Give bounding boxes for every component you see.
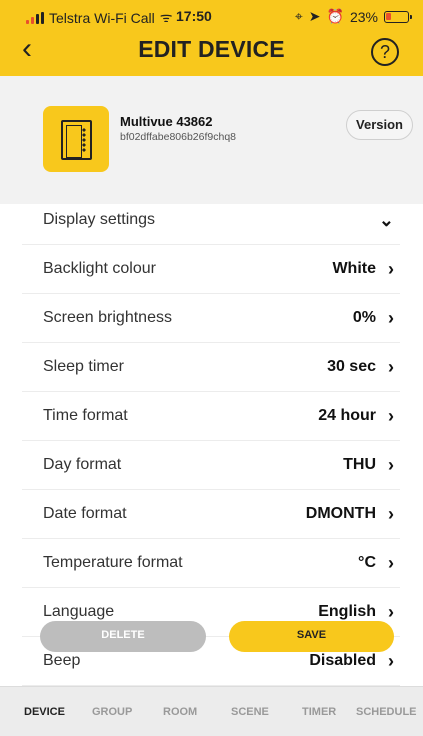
signal-icon <box>26 11 44 24</box>
setting-value: 24 hour <box>318 407 376 424</box>
tab-timer[interactable]: TIMER <box>302 706 336 718</box>
chevron-right-icon: › <box>388 455 394 475</box>
setting-value: English <box>318 603 376 620</box>
location-icon: ⌖ <box>294 8 303 24</box>
tab-group[interactable]: GROUP <box>92 706 132 718</box>
setting-value: °C <box>358 554 376 571</box>
setting-row-backlight-colour[interactable]: Backlight colour White › <box>22 245 400 294</box>
setting-value: 30 sec <box>327 358 376 375</box>
tab-device[interactable]: DEVICE <box>24 706 65 718</box>
setting-label: Display settings <box>43 211 156 228</box>
setting-label: Date format <box>43 505 127 522</box>
setting-value: DMONTH <box>305 505 376 522</box>
question-circle-icon: ? <box>379 42 390 62</box>
wifi-icon: ᯤ <box>159 9 173 25</box>
setting-label: Screen brightness <box>43 309 172 326</box>
setting-label: Day format <box>43 456 122 473</box>
chevron-right-icon: › <box>388 504 394 524</box>
setting-value: Disabled <box>309 652 376 669</box>
chevron-right-icon: › <box>388 406 394 426</box>
chevron-right-icon: › <box>388 259 394 279</box>
setting-row-display-settings[interactable]: Display settings ⌄ <box>22 196 400 245</box>
setting-label: Language <box>43 603 115 620</box>
version-button[interactable]: Version <box>346 110 413 140</box>
setting-row-sleep-timer[interactable]: Sleep timer 30 sec › <box>22 343 400 392</box>
alarm-icon: ⏰ <box>326 8 344 24</box>
setting-value: White <box>332 260 376 277</box>
status-icons: ⌖ ➤ ⏰ 23% <box>294 8 412 25</box>
setting-row-time-format[interactable]: Time format 24 hour › <box>22 392 400 441</box>
help-button[interactable]: ? <box>371 38 399 66</box>
setting-value: THU <box>343 456 376 473</box>
battery-icon <box>384 10 412 23</box>
status-bar: Telstra Wi-Fi Call ᯤ 17:50 ⌖ ➤ ⏰ 23% <box>0 0 423 34</box>
setting-row-date-format[interactable]: Date format DMONTH › <box>22 490 400 539</box>
chevron-right-icon: › <box>388 602 394 622</box>
setting-row-temperature-format[interactable]: Temperature format °C › <box>22 539 400 588</box>
carrier-group: Telstra Wi-Fi Call ᯤ <box>26 8 173 27</box>
thermostat-dots-icon <box>82 128 86 153</box>
setting-label: Temperature format <box>43 554 183 571</box>
tab-scene[interactable]: SCENE <box>231 706 269 718</box>
status-time: 17:50 <box>176 8 212 24</box>
delete-button[interactable]: DELETE <box>40 621 206 652</box>
navigation-icon: ➤ <box>308 8 321 24</box>
setting-label: Backlight colour <box>43 260 156 277</box>
setting-label: Sleep timer <box>43 358 124 375</box>
carrier-label: Telstra Wi-Fi Call <box>49 9 155 26</box>
device-name: Multivue 43862 <box>120 114 213 129</box>
thermostat-icon <box>61 120 92 160</box>
setting-row-day-format[interactable]: Day format THU › <box>22 441 400 490</box>
setting-label: Beep <box>43 652 81 669</box>
setting-value: 0% <box>352 309 376 326</box>
chevron-right-icon: › <box>388 357 394 377</box>
save-button[interactable]: SAVE <box>229 621 394 652</box>
tab-schedule[interactable]: SCHEDULE <box>356 706 417 718</box>
page-title: EDIT DEVICE <box>138 36 285 62</box>
device-id: bf02dffabe806b26f9chq8 <box>120 131 237 143</box>
device-thumbnail-icon <box>43 106 109 172</box>
chevron-down-icon: ⌄ <box>378 210 394 230</box>
setting-row-screen-brightness[interactable]: Screen brightness 0% › <box>22 294 400 343</box>
setting-label: Time format <box>43 407 128 424</box>
bottom-tab-bar: DEVICE GROUP ROOM SCENE TIMER SCHEDULE <box>0 686 423 736</box>
chevron-right-icon: › <box>388 308 394 328</box>
battery-percent: 23% <box>349 8 378 25</box>
chevron-right-icon: › <box>388 651 394 671</box>
tab-room[interactable]: ROOM <box>163 706 197 718</box>
chevron-right-icon: › <box>388 553 394 573</box>
